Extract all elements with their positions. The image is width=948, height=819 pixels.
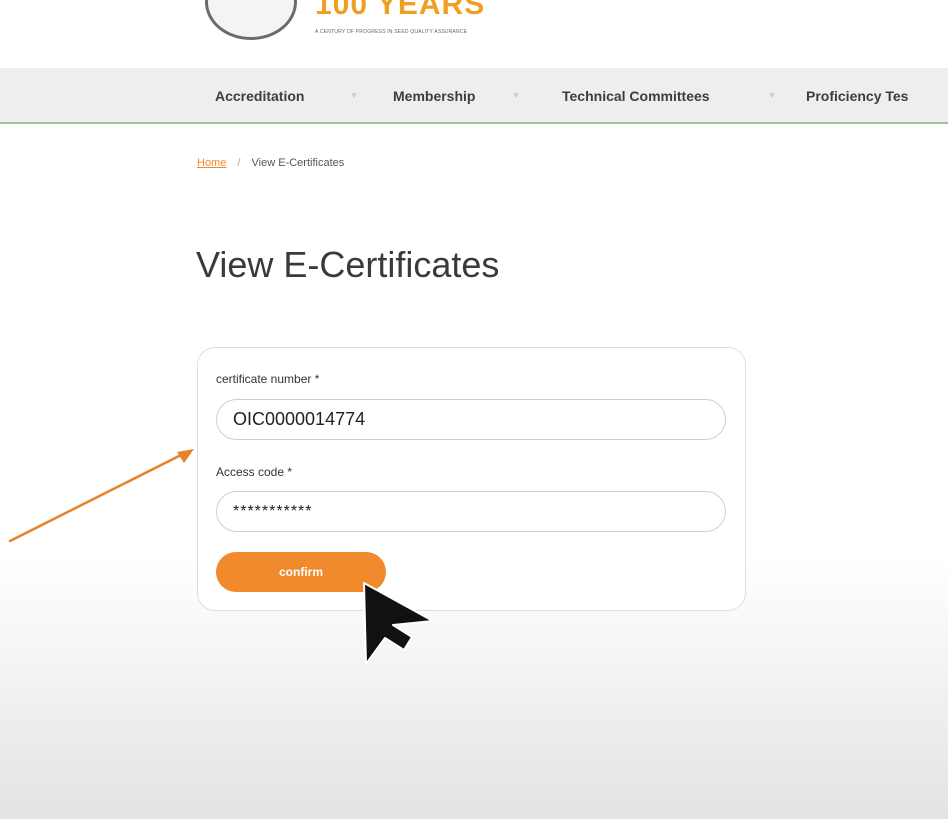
certificate-number-label: certificate number * xyxy=(216,372,320,386)
chevron-down-icon: ▼ xyxy=(512,91,520,100)
breadcrumb-current: View E-Certificates xyxy=(251,157,345,169)
breadcrumb-separator: / xyxy=(237,157,241,169)
chevron-down-icon: ▼ xyxy=(350,91,358,100)
breadcrumb: Home / View E-Certificates xyxy=(197,157,344,169)
breadcrumb-home-link[interactable]: Home xyxy=(197,157,226,169)
chevron-down-icon: ▼ xyxy=(768,91,776,100)
logo-tagline: A CENTURY OF PROGRESS IN SEED QUALITY AS… xyxy=(315,29,468,35)
certificate-form-card: certificate number * Access code * confi… xyxy=(197,347,746,611)
logo-years-text: 100 YEARS xyxy=(315,0,486,21)
certificate-number-input[interactable] xyxy=(216,399,726,440)
nav-item-proficiency-test[interactable]: Proficiency Tes xyxy=(806,88,908,104)
main-navigation: Accreditation ▼ Membership ▼ Technical C… xyxy=(0,68,948,124)
annotation-arrow-icon xyxy=(8,449,194,543)
nav-item-membership[interactable]: Membership xyxy=(393,88,475,104)
access-code-input[interactable] xyxy=(216,491,726,532)
nav-item-technical-committees[interactable]: Technical Committees xyxy=(562,88,710,104)
nav-item-accreditation[interactable]: Accreditation xyxy=(215,88,304,104)
site-logo[interactable]: 100 YEARS A CENTURY OF PROGRESS IN SEED … xyxy=(195,0,595,68)
page-title: View E-Certificates xyxy=(196,244,500,285)
confirm-button[interactable]: confirm xyxy=(216,552,386,592)
access-code-label: Access code * xyxy=(216,465,293,479)
seal-emblem-icon xyxy=(205,0,297,40)
